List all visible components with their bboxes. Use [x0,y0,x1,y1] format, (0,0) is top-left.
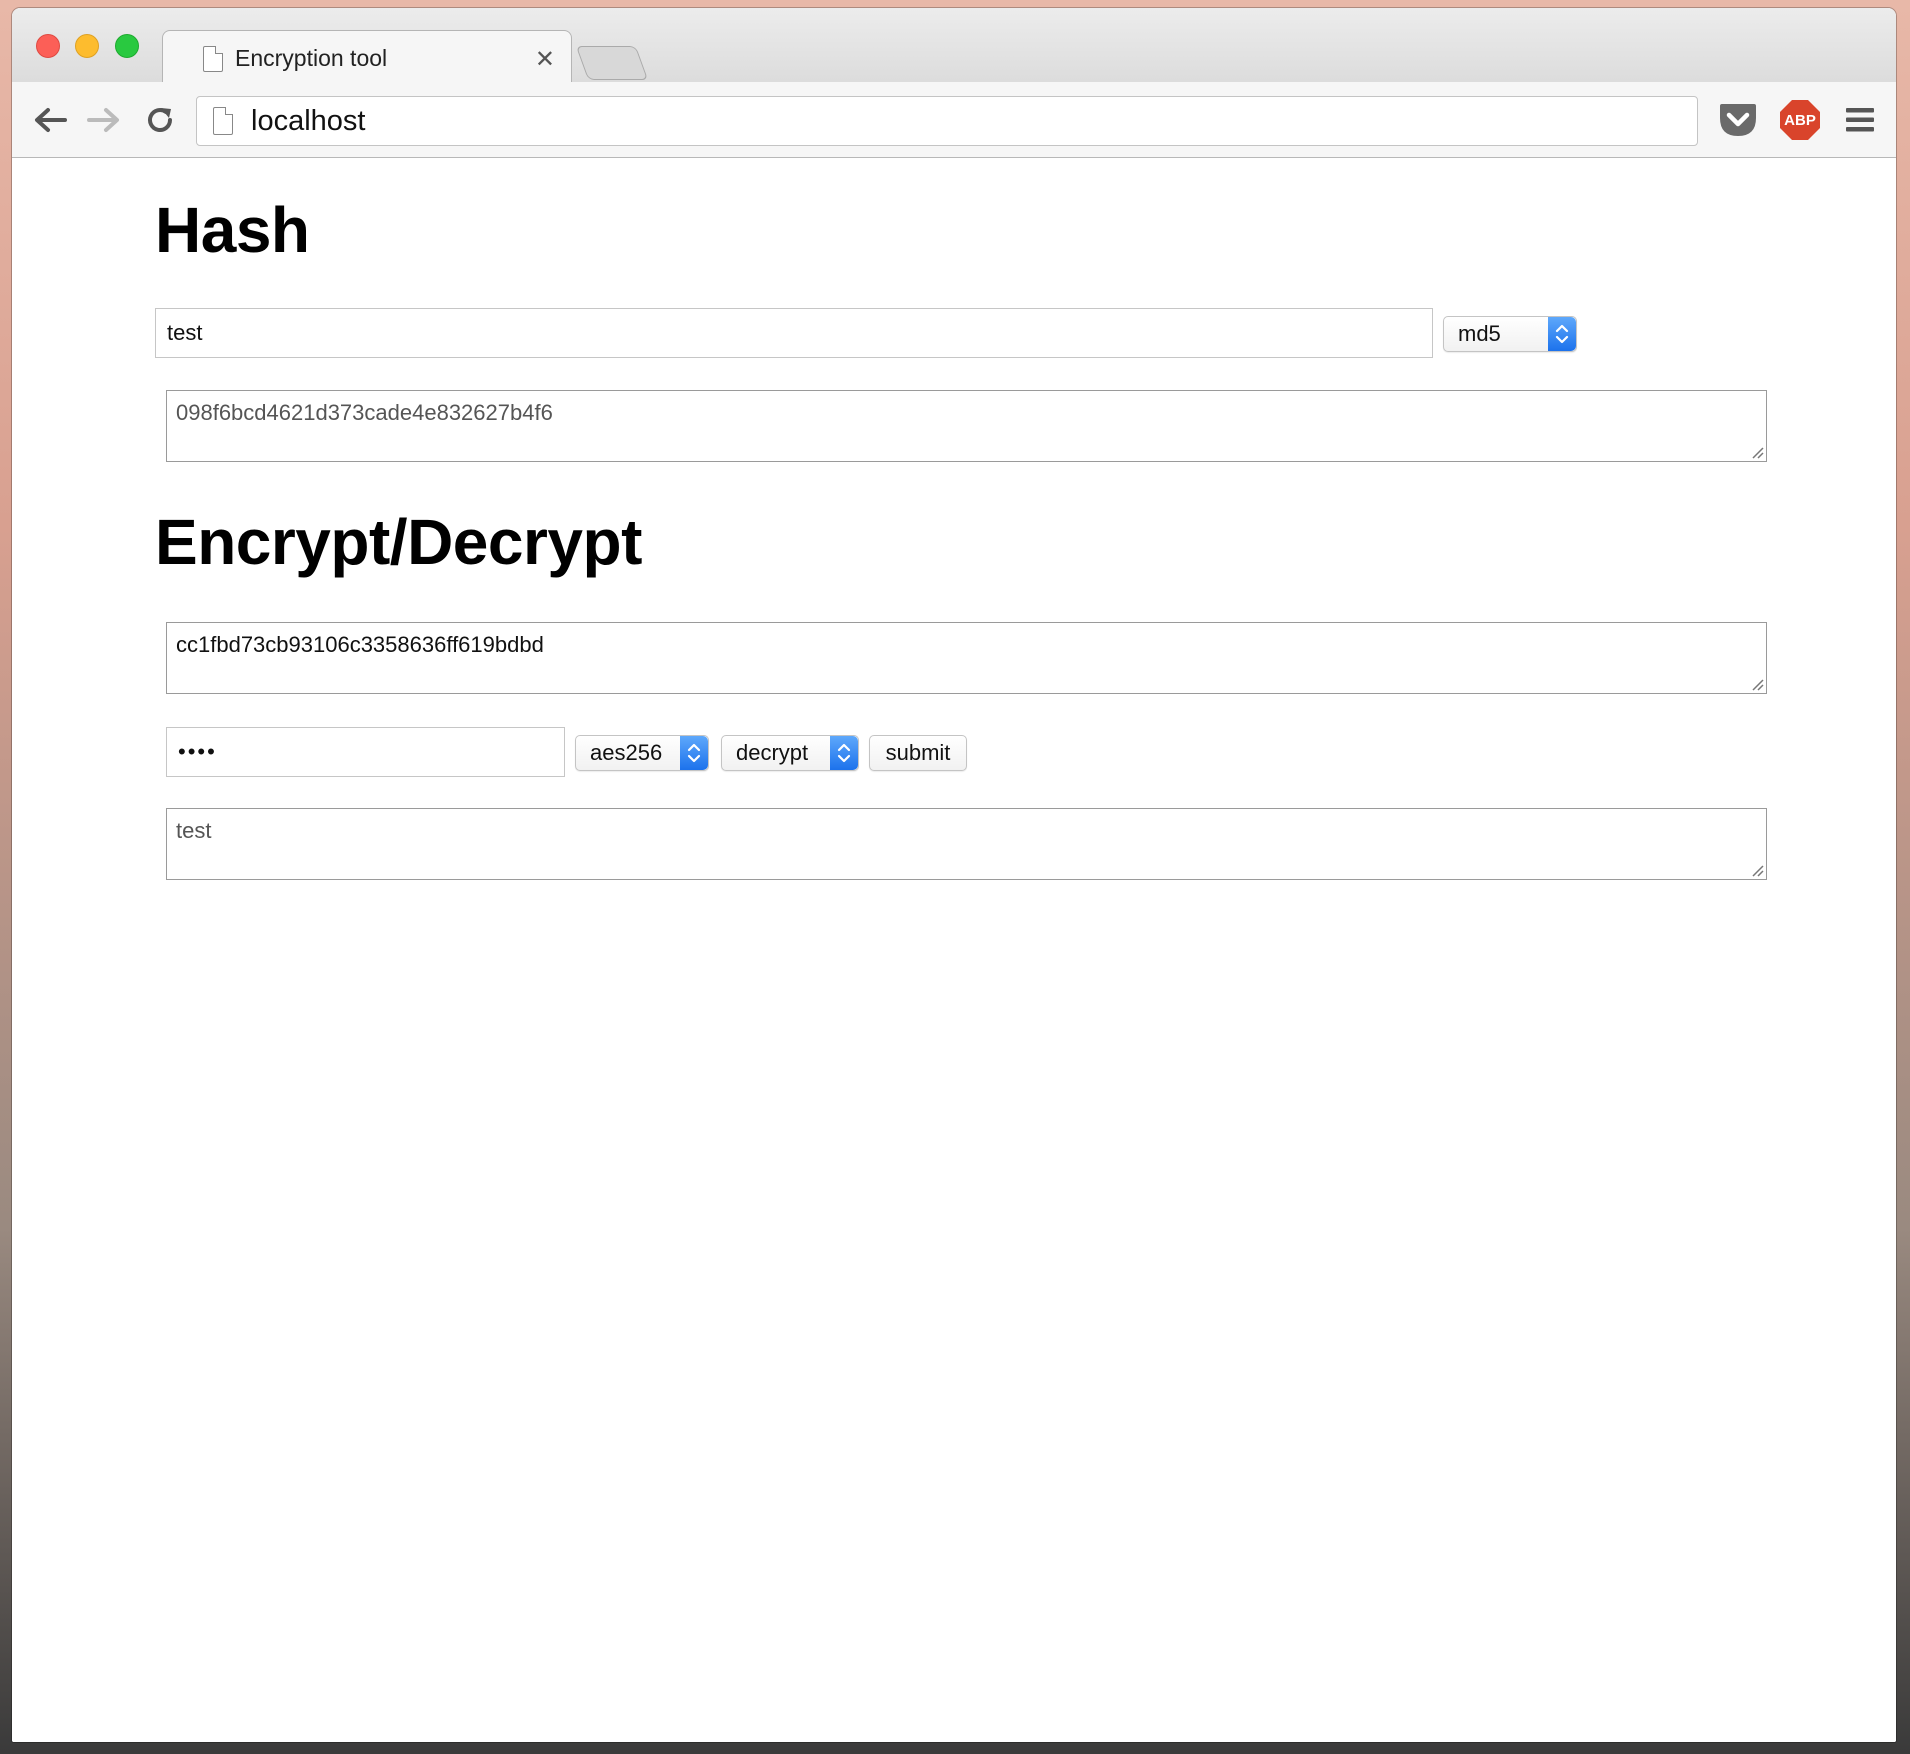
submit-button[interactable]: submit [869,735,967,771]
cipher-value: aes256 [590,740,663,765]
close-tab-icon[interactable]: ✕ [535,45,555,74]
reload-button[interactable] [140,100,180,140]
cipher-select[interactable]: aes256 [575,735,709,771]
hash-output-textarea[interactable]: 098f6bcd4621d373cade4e832627b4f6 [166,390,1767,462]
new-tab-button[interactable] [575,46,649,80]
select-arrows-icon [1548,317,1576,351]
hash-input[interactable]: test [155,308,1433,358]
crypt-input-text: cc1fbd73cb93106c3358636ff619bdbd [176,632,544,657]
browser-menu-button[interactable] [1838,98,1882,142]
crypt-output-textarea[interactable]: test [166,808,1767,880]
page-icon [203,45,223,72]
forward-button[interactable] [84,100,124,140]
crypt-output-text: test [176,818,212,843]
hash-heading: Hash [155,194,310,266]
tab-title: Encryption tool [235,45,388,71]
resize-handle-icon[interactable] [1750,445,1764,459]
mode-select[interactable]: decrypt [721,735,859,771]
page-info-icon[interactable] [213,107,233,135]
pocket-button[interactable] [1716,98,1760,142]
page-content: Hash test md5 098f6bcd4621d373cade4e8326… [12,159,1896,1742]
tab-encryption-tool[interactable]: Encryption tool ✕ [162,30,572,84]
mode-value: decrypt [736,740,809,765]
reload-icon [148,108,172,132]
minimize-window-button[interactable] [75,34,99,58]
close-window-button[interactable] [36,34,60,58]
back-button[interactable] [30,100,70,140]
encrypt-decrypt-heading: Encrypt/Decrypt [155,506,642,578]
pocket-icon [1720,104,1756,136]
back-arrow-icon [35,108,67,132]
hash-algorithm-select[interactable]: md5 [1443,316,1577,352]
hash-algorithm-value: md5 [1458,321,1501,346]
title-bar: Encryption tool ✕ [12,8,1896,84]
crypt-input-textarea[interactable]: cc1fbd73cb93106c3358636ff619bdbd [166,622,1767,694]
adblock-plus-icon: ABP [1780,100,1820,140]
select-arrows-icon [680,736,708,770]
hamburger-menu-icon [1846,108,1874,132]
resize-handle-icon[interactable] [1750,863,1764,877]
browser-toolbar: localhost ABP [12,82,1896,158]
maximize-window-button[interactable] [115,34,139,58]
hash-output-text: 098f6bcd4621d373cade4e832627b4f6 [176,400,553,425]
password-input[interactable]: •••• [166,727,565,777]
select-arrows-icon [830,736,858,770]
url-text: localhost [251,104,366,137]
resize-handle-icon[interactable] [1750,677,1764,691]
address-bar[interactable]: localhost [196,96,1698,146]
browser-window: Encryption tool ✕ localhost ABP Hash tes… [12,8,1896,1742]
adblock-plus-button[interactable]: ABP [1778,98,1822,142]
forward-arrow-icon [87,108,119,132]
